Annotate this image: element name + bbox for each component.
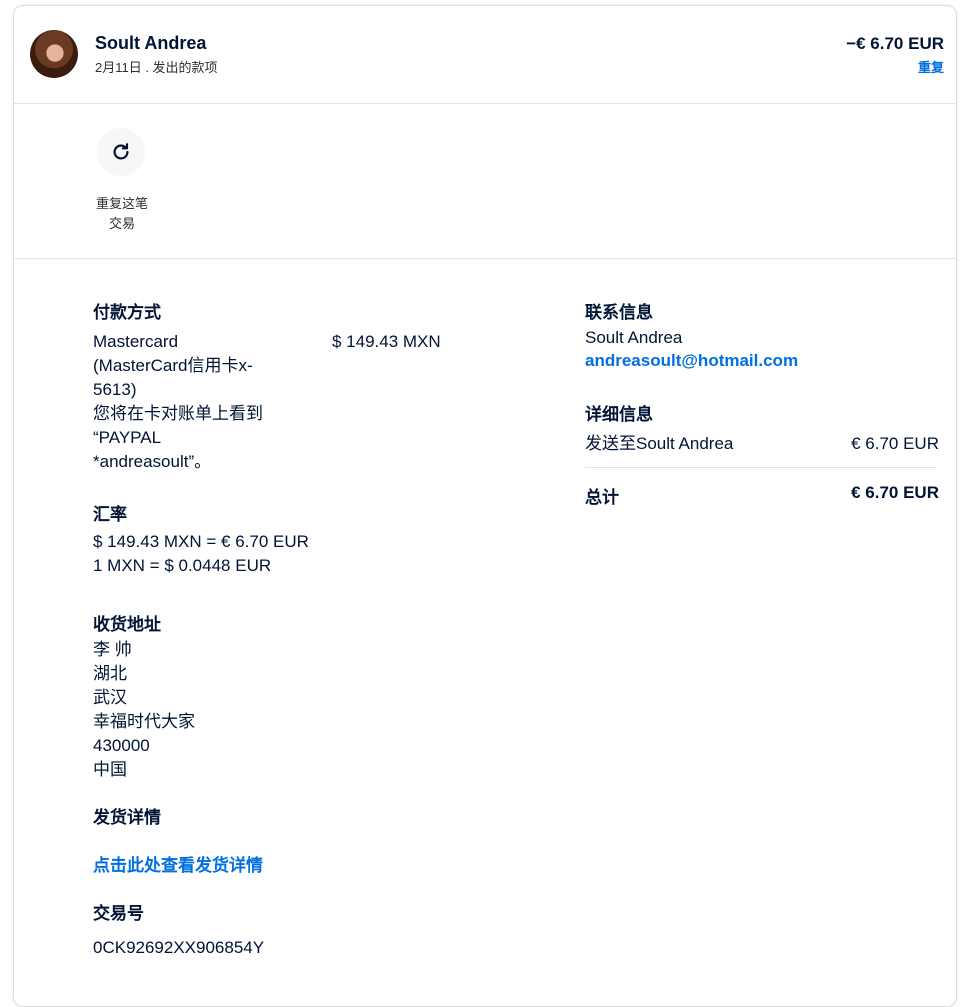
total-label: 总计 [585, 488, 619, 507]
payment-method-amount: $ 149.43 MXN [332, 332, 441, 351]
total-amount: € 6.70 EUR [851, 483, 939, 502]
counterparty-name: Soult Andrea [95, 33, 207, 53]
repeat-transaction-button[interactable] [97, 128, 145, 176]
transaction-card: Soult Andrea 2月11日 . 发出的款项 −€ 6.70 EUR 重… [13, 5, 957, 1007]
details-item-label: 发送至Soult Andrea [585, 434, 734, 453]
details-item-amount: € 6.70 EUR [851, 434, 939, 453]
transaction-id-value: 0CK92692XX906854Y [93, 938, 265, 957]
repeat-transaction-label: 重复这笔 交易 [95, 196, 148, 231]
details-title: 详细信息 [585, 405, 653, 424]
details-divider [585, 467, 937, 468]
contact-name: Soult Andrea [585, 328, 683, 347]
shipping-address: 李 帅 湖北 武汉 幸福时代大家 430000 中国 [93, 640, 195, 779]
contact-title: 联系信息 [585, 303, 653, 322]
contact-email-link[interactable]: andreasoult@hotmail.com [585, 351, 798, 371]
avatar [30, 30, 78, 78]
refresh-icon [113, 143, 129, 160]
transaction-date-type: 2月11日 . 发出的款项 [95, 60, 218, 75]
payment-method-title: 付款方式 [93, 303, 161, 322]
shipping-address-title: 收货地址 [93, 615, 161, 634]
repeat-link[interactable]: 重复 [918, 57, 944, 76]
transaction-id-title: 交易号 [93, 904, 144, 923]
exchange-rate-title: 汇率 [93, 505, 127, 524]
payment-method-details: Mastercard (MasterCard信用卡x- 5613) 您将在卡对账… [93, 332, 263, 471]
shipping-details-title: 发货详情 [93, 808, 161, 827]
transaction-header: Soult Andrea 2月11日 . 发出的款项 −€ 6.70 EUR 重… [14, 6, 956, 104]
transaction-amount: −€ 6.70 EUR [846, 34, 944, 53]
shipping-details-link[interactable]: 点击此处查看发货详情 [93, 851, 263, 876]
action-bar: 重复这笔 交易 [14, 104, 956, 259]
exchange-rate-details: $ 149.43 MXN = € 6.70 EUR 1 MXN = $ 0.04… [93, 532, 309, 575]
